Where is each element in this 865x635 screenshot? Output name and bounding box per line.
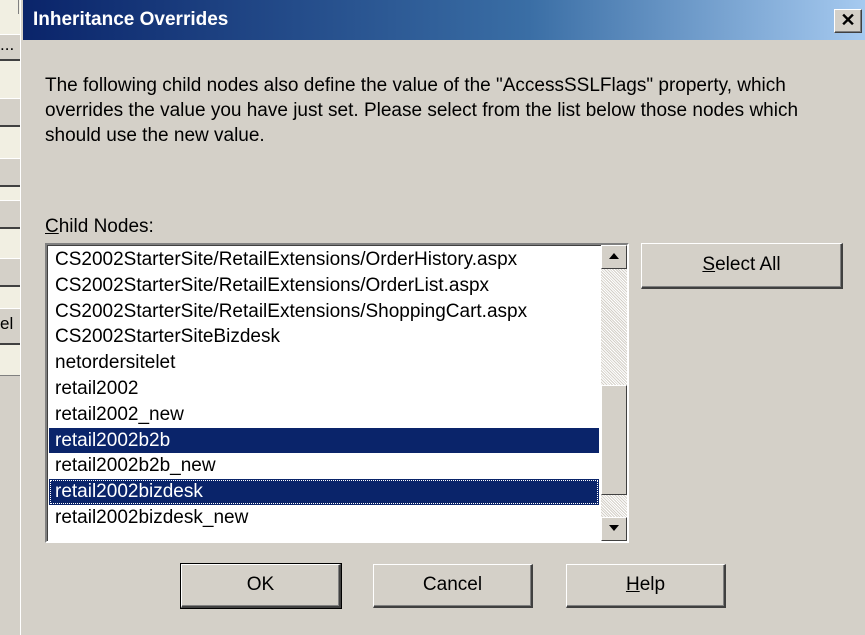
list-item[interactable]: CS2002StarterSite/RetailExtensions/Order…	[49, 247, 599, 273]
child-nodes-items: CS2002StarterSite/RetailExtensions/Order…	[49, 247, 599, 531]
close-icon: ✕	[840, 10, 856, 30]
list-item[interactable]: retail2002	[49, 376, 599, 402]
select-all-button[interactable]: Select All	[641, 243, 843, 289]
list-item[interactable]: netordersitelet	[49, 350, 599, 376]
vertical-scrollbar[interactable]	[601, 245, 627, 541]
list-item[interactable]: retail2002bizdesk	[49, 479, 599, 505]
cancel-button[interactable]: Cancel	[373, 564, 533, 608]
list-item[interactable]: CS2002StarterSite/RetailExtensions/Order…	[49, 273, 599, 299]
scroll-down-button[interactable]	[601, 517, 627, 541]
list-item[interactable]: CS2002StarterSiteBizdesk	[49, 324, 599, 350]
background-divider	[18, 0, 19, 14]
title-bar[interactable]: Inheritance Overrides ✕	[23, 0, 865, 40]
list-item[interactable]: retail2002bizdesk_new	[49, 505, 599, 531]
list-item[interactable]: retail2002b2b	[49, 427, 599, 454]
list-item[interactable]: CS2002StarterSite/RetailExtensions/Shopp…	[49, 299, 599, 325]
ok-button[interactable]: OK	[180, 563, 342, 609]
list-item[interactable]: retail2002b2b_new	[49, 453, 599, 479]
list-item[interactable]: retail2002_new	[49, 402, 599, 428]
help-button[interactable]: Help	[566, 564, 726, 608]
inheritance-overrides-dialog: Inheritance Overrides ✕ The following ch…	[20, 0, 865, 635]
scroll-thumb[interactable]	[601, 385, 627, 495]
child-nodes-label: Child Nodes:	[45, 216, 154, 237]
close-button[interactable]: ✕	[834, 9, 862, 33]
scroll-up-button[interactable]	[601, 245, 627, 269]
arrow-up-icon	[609, 253, 619, 259]
child-nodes-listbox[interactable]: CS2002StarterSite/RetailExtensions/Order…	[45, 243, 629, 543]
message-text: The following child nodes also define th…	[45, 75, 799, 146]
arrow-down-icon	[609, 525, 619, 531]
dialog-title: Inheritance Overrides	[33, 9, 229, 30]
